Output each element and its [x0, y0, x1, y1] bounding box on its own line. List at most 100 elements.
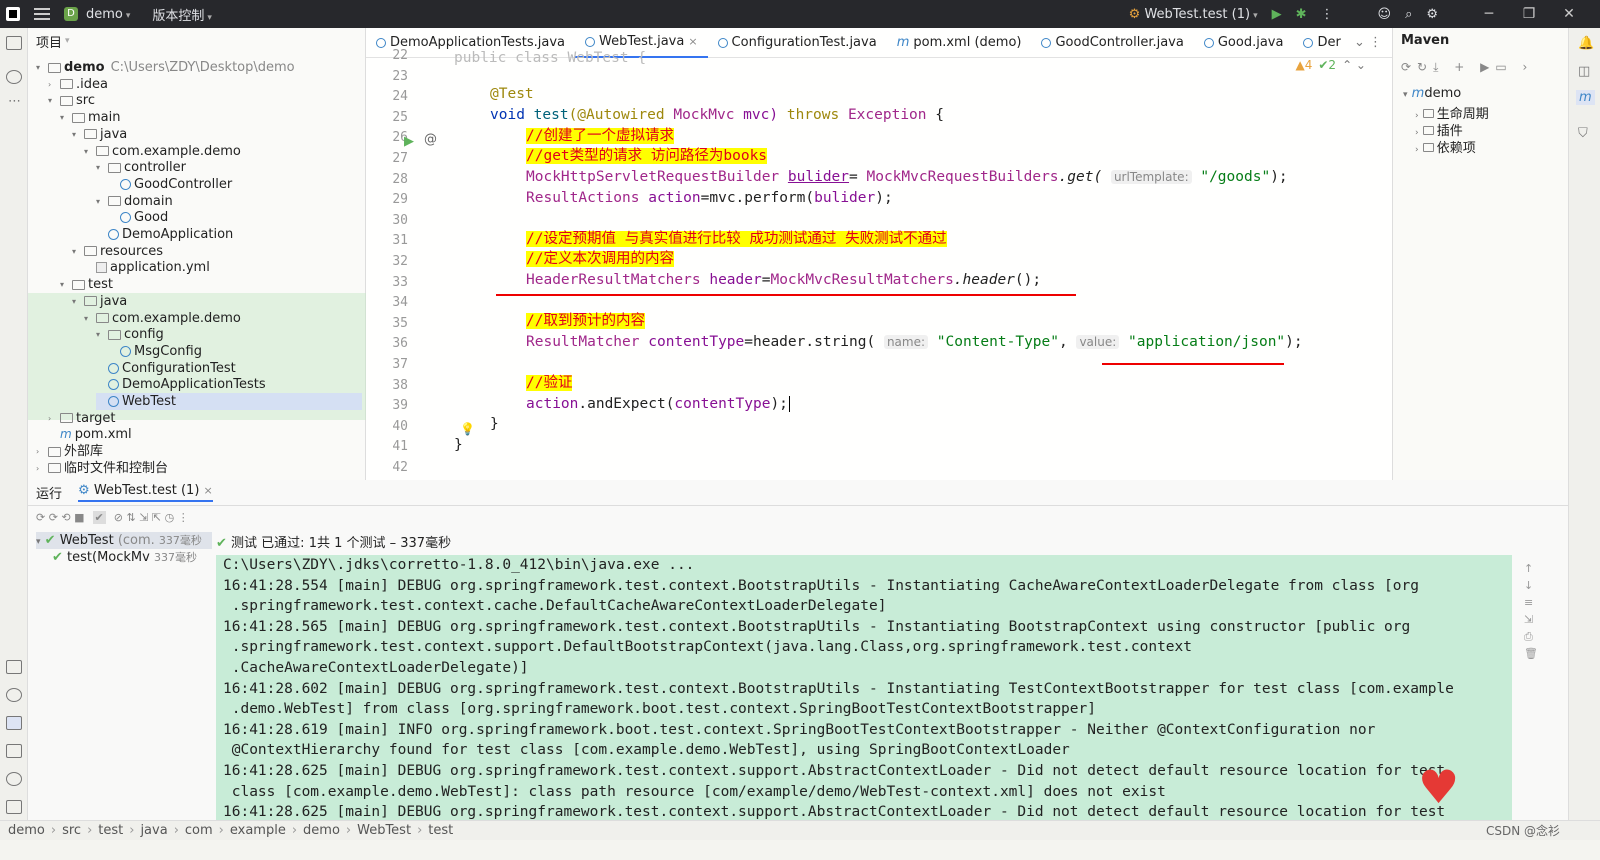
editor-tab[interactable]: ConfigurationTest.java	[708, 28, 887, 58]
test-child-row[interactable]: ✔ test(MockMv 337毫秒	[36, 549, 212, 566]
tree-item[interactable]: GoodController	[108, 176, 232, 193]
line-number: 31	[392, 233, 408, 249]
commit-tool-icon[interactable]	[6, 660, 22, 674]
close-tab-icon[interactable]: ×	[688, 27, 697, 57]
yml-icon	[96, 262, 107, 274]
tree-item[interactable]: ▾ main	[60, 109, 120, 126]
tree-item[interactable]: ▾ com.example.demo	[84, 310, 241, 327]
test-root-row[interactable]: ▾ ✔ WebTest (com. 337毫秒	[36, 532, 212, 549]
vcs-menu[interactable]: 版本控制 ▾	[152, 5, 212, 24]
tree-item[interactable]: › .idea	[48, 76, 108, 93]
line-number: 41	[392, 439, 408, 455]
console-side-toolbar[interactable]: ↑ ↓ ≡ ⇲ ⎙ 🗑	[1524, 560, 1538, 662]
tree-item[interactable]: ▾ demo C:\Users\ZDY\Desktop\demo	[36, 59, 295, 76]
maven-toolbar[interactable]: ⟳↻⤓ + ▶▭ ›	[1401, 60, 1533, 75]
breadcrumb-item[interactable]: demo	[8, 823, 45, 838]
tree-item[interactable]: ▾ domain	[96, 193, 173, 210]
settings-icon[interactable]: ⚙	[1426, 7, 1438, 22]
structure-tool-icon[interactable]	[6, 70, 22, 84]
folder-icon	[108, 196, 121, 207]
more-tools-icon[interactable]: ⋯	[8, 94, 21, 109]
breadcrumb-item[interactable]: test	[98, 823, 123, 838]
tree-item[interactable]: MsgConfig	[108, 343, 202, 360]
tree-item[interactable]: DemoApplicationTests	[96, 376, 266, 393]
git-tool-icon[interactable]	[6, 800, 22, 814]
main-menu-icon[interactable]	[34, 8, 50, 20]
debug-icon[interactable]: ✱	[1296, 7, 1307, 22]
tree-item[interactable]: ▾ controller	[96, 159, 186, 176]
services-tool-icon[interactable]	[6, 688, 22, 702]
problems-tool-icon[interactable]	[6, 772, 22, 786]
maven-tool-icon[interactable]: m	[1576, 90, 1595, 105]
maven-title: Maven	[1401, 33, 1450, 48]
code-line-25: void test(@Autowired MockMvc mvc) throws…	[490, 107, 944, 123]
comment-line-27: //get类型的请求 访问路径为books	[526, 148, 768, 164]
tree-item[interactable]: ConfigurationTest	[96, 360, 236, 377]
code-line-29: ResultActions action=mvc.perform(bulider…	[526, 190, 893, 206]
tree-item[interactable]: ▾ java	[72, 293, 127, 310]
code-area[interactable]: public class WebTest { @Test void test(@…	[454, 50, 1392, 480]
breadcrumb-item[interactable]: WebTest	[357, 823, 411, 838]
tree-item[interactable]: ▾ java	[72, 126, 127, 143]
title-bar: D demo ▾ 版本控制 ▾ ⚙ WebTest.test (1) ▾ ▶ ✱ ⋮ …	[0, 0, 1600, 28]
tree-item[interactable]: ▾ src	[48, 92, 95, 109]
tree-item[interactable]: › 外部库	[36, 443, 103, 460]
class-icon	[120, 345, 131, 357]
comment-line-31: //设定预期值 与真实值进行比较 成功测试通过 失败测试不通过	[526, 231, 947, 247]
project-switcher[interactable]: demo ▾	[86, 7, 130, 22]
close-button[interactable]: ✕	[1556, 6, 1582, 22]
console-line: 16:41:28.619 [main] INFO org.springframe…	[223, 721, 1376, 738]
tree-item[interactable]: WebTest	[96, 393, 362, 410]
editor-tab[interactable]: m pom.xml (demo)	[887, 28, 1032, 58]
tree-item[interactable]: › 临时文件和控制台	[36, 460, 168, 477]
breadcrumb-item[interactable]: test	[428, 823, 453, 838]
tree-item[interactable]: application.yml	[84, 259, 210, 276]
tree-item[interactable]: Good	[108, 209, 168, 226]
more-actions-icon[interactable]: ⋮	[1321, 7, 1334, 22]
breadcrumb-item[interactable]: java	[140, 823, 167, 838]
tab-webtest-run[interactable]: ⚙ WebTest.test (1) ×	[78, 483, 213, 502]
notifications-icon[interactable]: 🔔	[1578, 36, 1594, 51]
run-icon[interactable]: ▶	[1272, 7, 1282, 22]
red-underline-header	[496, 294, 1076, 296]
project-tool-icon[interactable]	[6, 36, 22, 50]
coverage-icon[interactable]: ⛉	[1578, 126, 1588, 141]
tabs-overflow-icon[interactable]: ⌄ ⋮	[1354, 28, 1382, 58]
breadcrumb-item[interactable]: demo	[303, 823, 340, 838]
tree-item[interactable]: ▾ resources	[72, 243, 163, 260]
tree-item[interactable]: ▾ test	[60, 276, 113, 293]
breadcrumb-item[interactable]: src	[62, 823, 81, 838]
run-tool-icon[interactable]	[6, 716, 22, 730]
tab-run[interactable]: 运行	[36, 483, 62, 502]
account-icon[interactable]: ☺	[1378, 7, 1392, 22]
search-icon[interactable]: ⌕	[1405, 7, 1412, 22]
maven-item[interactable]: › 依赖项	[1415, 137, 1476, 156]
editor-tab[interactable]: GoodController.java	[1031, 28, 1193, 58]
terminal-tool-icon[interactable]	[6, 744, 22, 758]
tree-item[interactable]: m pom.xml	[48, 426, 132, 443]
run-config-selector[interactable]: ⚙ WebTest.test (1) ▾	[1129, 7, 1258, 22]
comment-line-35: //取到预计的内容	[526, 313, 645, 329]
line-number: 37	[392, 357, 408, 372]
code-line-41: }	[454, 437, 463, 453]
database-icon[interactable]: ◫	[1578, 64, 1590, 79]
editor-tab[interactable]: Good.java	[1194, 28, 1294, 58]
tree-item[interactable]: DemoApplication	[96, 226, 233, 243]
tree-item[interactable]: ▾ config	[96, 326, 164, 343]
bean-gutter-icon[interactable]: @	[424, 132, 437, 147]
run-test-gutter-icon[interactable]: ▶	[404, 134, 414, 149]
breadcrumb-item[interactable]: example	[230, 823, 286, 838]
minimize-button[interactable]: ─	[1476, 6, 1502, 22]
console-output[interactable]: C:\Users\ZDY\.jdks\corretto-1.8.0_412\bi…	[216, 555, 1512, 820]
tree-item[interactable]: ▾ com.example.demo	[84, 143, 241, 160]
line-number: 24	[392, 89, 408, 105]
project-panel-header[interactable]: 项目 ▾	[28, 28, 365, 54]
run-toolbar[interactable]: ⟳ ⟳ ⟲ ■ ✔ ⊘ ⇅ ⇲ ⇱ ◷ ⋮	[28, 506, 1568, 528]
maven-item[interactable]: ▾ mdemo	[1403, 86, 1461, 101]
code-editor[interactable]: DemoApplicationTests.java WebTest.java × Co…	[366, 28, 1392, 480]
breadcrumb-item[interactable]: com	[185, 823, 213, 838]
maximize-button[interactable]: ❐	[1516, 6, 1542, 22]
editor-tab[interactable]: Der	[1293, 28, 1350, 58]
line-number: 35	[392, 315, 408, 331]
tree-item[interactable]: › target	[48, 410, 116, 427]
